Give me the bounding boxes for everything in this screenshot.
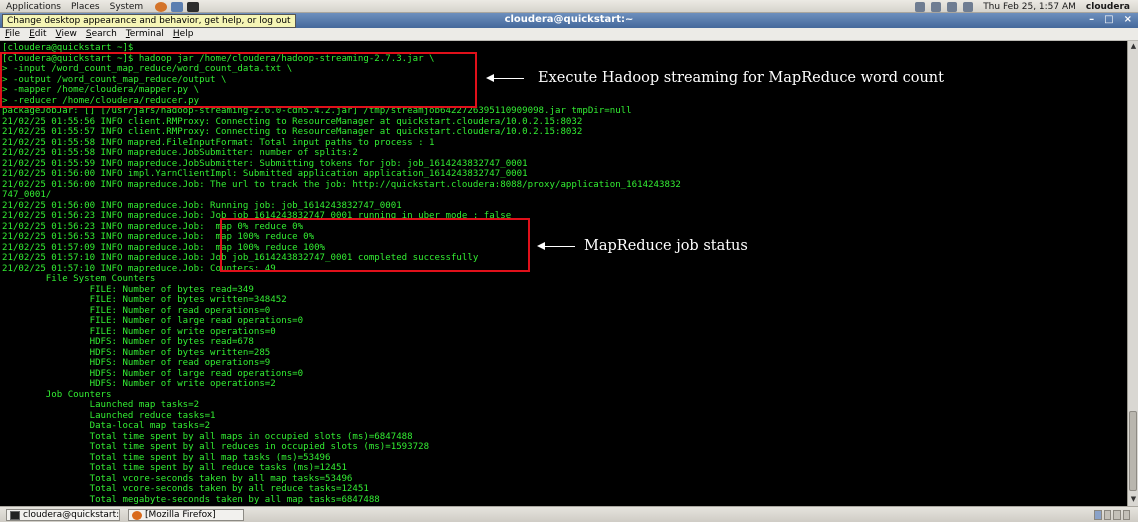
terminal-line: File System Counters	[2, 274, 156, 284]
firefox-icon	[132, 511, 142, 520]
terminal-line: HDFS: Number of bytes read=678	[2, 337, 254, 347]
terminal-line: Total vcore-seconds taken by all reduce …	[2, 484, 369, 494]
status-arrow-icon	[537, 242, 575, 250]
command-annotation: Execute Hadoop streaming for MapReduce w…	[538, 70, 944, 86]
terminal-icon	[10, 511, 20, 520]
terminal-line: FILE: Number of bytes read=349	[2, 284, 254, 295]
terminal-line: Job Counters	[2, 389, 112, 400]
menu-terminal[interactable]: Terminal	[126, 29, 164, 39]
terminal-line: 21/02/25 01:55:58 INFO mapred.FileInputF…	[2, 137, 435, 148]
terminal-line: Launched map tasks=2	[2, 400, 200, 410]
top-panel: Applications Places System Thu Feb 25, 1…	[0, 0, 1138, 13]
terminal-line: 21/02/25 01:55:56 INFO client.RMProxy: C…	[2, 116, 583, 127]
terminal-line: 21/02/25 01:56:00 INFO mapreduce.Job: Th…	[2, 179, 681, 190]
firefox-launcher-icon[interactable]	[155, 1, 168, 12]
terminal-line: HDFS: Number of write operations=2	[2, 379, 276, 389]
panel-user-menu[interactable]: cloudera	[1086, 2, 1130, 12]
scroll-up-icon[interactable]: ▲	[1129, 42, 1138, 51]
places-menu[interactable]: Places	[71, 2, 100, 12]
menu-file[interactable]: File	[5, 29, 20, 39]
volume-icon[interactable]	[931, 1, 942, 12]
terminal-line: HDFS: Number of read operations=9	[2, 358, 271, 368]
workspace-switcher[interactable]	[1094, 510, 1130, 520]
terminal-line: Total time spent by all reduce tasks (ms…	[2, 463, 347, 473]
terminal-line: Total vcore-seconds taken by all map tas…	[2, 473, 353, 484]
workspace-1[interactable]	[1094, 510, 1102, 520]
command-highlight-box	[0, 52, 477, 108]
terminal-line: Total time spent by all map tasks (ms)=5…	[2, 452, 331, 463]
terminal-line: 747_0001/	[2, 190, 52, 200]
scroll-down-icon[interactable]: ▼	[1129, 495, 1138, 504]
menu-view[interactable]: View	[56, 29, 77, 39]
user-menu-tooltip: Change desktop appearance and behavior, …	[2, 14, 296, 28]
terminal-line: 21/02/25 01:56:00 INFO mapreduce.Job: Ru…	[2, 200, 402, 211]
terminal-line: Data-local map tasks=2	[2, 421, 211, 431]
taskbar-terminal-item[interactable]: cloudera@quickstart:~	[6, 509, 120, 521]
maximize-button[interactable]: □	[1104, 14, 1113, 25]
menu-help[interactable]: Help	[173, 29, 194, 39]
terminal-line: 21/02/25 01:55:57 INFO client.RMProxy: C…	[2, 127, 583, 137]
terminal-line: Total megabyte-seconds taken by all map …	[2, 494, 380, 505]
mail-launcher-icon[interactable]	[171, 1, 184, 12]
terminal-line: HDFS: Number of large read operations=0	[2, 368, 304, 379]
terminal-line: Launched reduce tasks=1	[2, 410, 216, 421]
close-button[interactable]: ×	[1124, 14, 1132, 25]
minimize-button[interactable]: –	[1089, 14, 1094, 25]
system-menu[interactable]: System	[110, 2, 144, 12]
taskbar-firefox-item[interactable]: [Mozilla Firefox]	[128, 509, 244, 521]
terminal-line: 21/02/25 01:55:59 INFO mapreduce.JobSubm…	[2, 158, 528, 169]
terminal-launcher-icon[interactable]	[187, 1, 200, 12]
job-status-highlight-box	[220, 218, 530, 272]
bottom-taskbar: cloudera@quickstart:~ [Mozilla Firefox]	[0, 506, 1138, 522]
status-annotation: MapReduce job status	[584, 238, 748, 254]
terminal-output[interactable]: [cloudera@quickstart ~]$ [cloudera@quicks…	[0, 41, 1127, 506]
applications-menu[interactable]: Applications	[6, 2, 61, 12]
terminal-line: Total time spent by all reduces in occup…	[2, 442, 430, 452]
workspace-2[interactable]	[1103, 510, 1111, 520]
network-icon[interactable]	[915, 1, 926, 12]
command-arrow-icon	[486, 74, 524, 82]
panel-clock[interactable]: Thu Feb 25, 1:57 AM	[983, 2, 1076, 12]
terminal-line: FILE: Number of bytes written=348452	[2, 295, 287, 305]
update-icon[interactable]	[947, 1, 958, 12]
terminal-line: FILE: Number of read operations=0	[2, 305, 271, 316]
menu-edit[interactable]: Edit	[29, 29, 46, 39]
terminal-scrollbar[interactable]: ▲ ▼	[1127, 41, 1138, 506]
terminal-line: FILE: Number of large read operations=0	[2, 316, 304, 326]
menu-search[interactable]: Search	[86, 29, 117, 39]
terminal-line: 21/02/25 01:55:58 INFO mapreduce.JobSubm…	[2, 148, 358, 158]
terminal-line: HDFS: Number of bytes written=285	[2, 347, 271, 358]
terminal-line: FILE: Number of write operations=0	[2, 326, 276, 337]
terminal-line: 21/02/25 01:56:00 INFO impl.YarnClientIm…	[2, 169, 528, 179]
display-icon[interactable]	[963, 1, 974, 12]
terminal-menubar: File Edit View Search Terminal Help	[0, 28, 1138, 41]
terminal-line: Total time spent by all maps in occupied…	[2, 431, 413, 442]
workspace-4[interactable]	[1122, 510, 1130, 520]
panel-launchers	[155, 1, 200, 12]
workspace-3[interactable]	[1113, 510, 1121, 520]
scrollbar-thumb[interactable]	[1129, 411, 1137, 491]
system-tray	[915, 1, 974, 12]
